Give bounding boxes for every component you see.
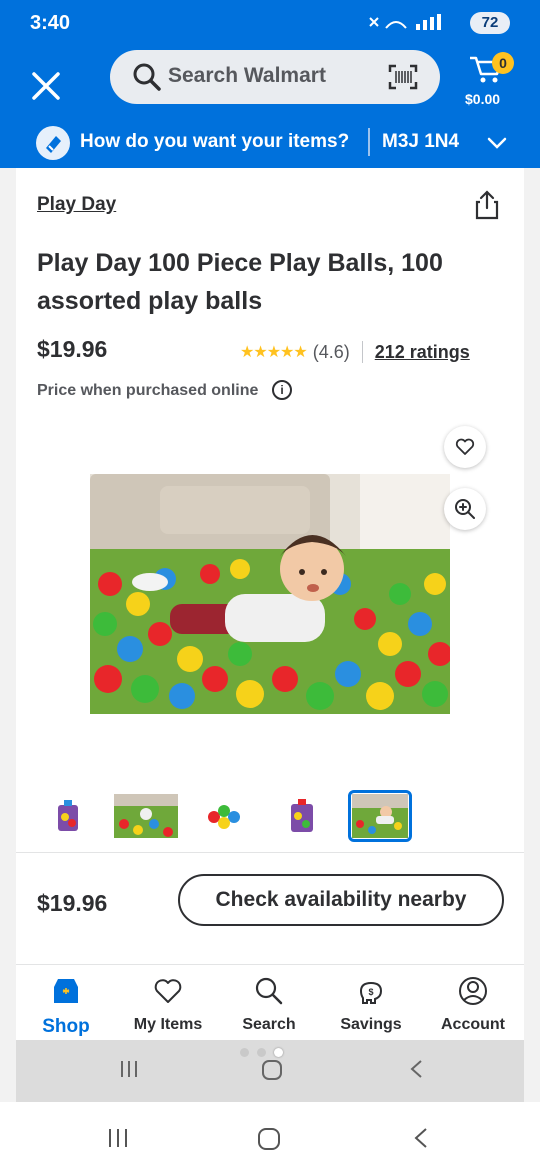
signal-icon bbox=[368, 14, 448, 35]
nav-label: Savings bbox=[340, 1016, 402, 1033]
product-title: Play Day 100 Piece Play Balls, 100 assor… bbox=[37, 249, 443, 315]
star-rating-icon: ★★★★★ bbox=[240, 344, 308, 361]
thumbnail-item-selected[interactable] bbox=[348, 790, 412, 842]
favorite-button[interactable] bbox=[444, 426, 486, 468]
nav-item-shop[interactable]: Shop bbox=[18, 975, 114, 1038]
brand-link[interactable]: Play Day bbox=[37, 194, 116, 216]
barcode-scan-icon[interactable] bbox=[388, 64, 418, 90]
rating-summary[interactable]: ★★★★★ (4.6) 212 ratings bbox=[240, 340, 470, 364]
recent-apps-icon[interactable] bbox=[106, 1126, 130, 1156]
share-icon[interactable] bbox=[474, 190, 500, 220]
account-icon bbox=[459, 977, 487, 1005]
svg-text:$: $ bbox=[368, 987, 373, 997]
search-icon bbox=[132, 62, 162, 92]
cart-total: $0.00 bbox=[465, 91, 501, 107]
rating-value: (4.6) bbox=[312, 341, 350, 362]
search-icon bbox=[255, 977, 283, 1005]
status-time: 3:40 bbox=[30, 12, 71, 34]
delivery-divider bbox=[368, 128, 370, 156]
nav-item-my-items[interactable]: My Items bbox=[120, 975, 216, 1034]
ratings-link[interactable]: 212 ratings bbox=[375, 342, 470, 363]
section-divider bbox=[16, 852, 524, 853]
postal-code: M3J 1N4 bbox=[382, 131, 460, 152]
heart-icon bbox=[154, 979, 182, 1003]
delivery-prompt: How do you want your items? bbox=[80, 131, 350, 152]
page-dot-active bbox=[274, 1048, 283, 1057]
close-icon[interactable] bbox=[28, 68, 64, 104]
product-page: Play Day Play Day 100 Piece Play Balls, … bbox=[16, 168, 524, 1068]
product-price: $19.96 bbox=[37, 336, 108, 362]
nav-item-account[interactable]: Account bbox=[425, 975, 521, 1034]
home-icon[interactable] bbox=[256, 1126, 282, 1158]
rating-divider bbox=[361, 341, 363, 363]
home-icon[interactable] bbox=[260, 1058, 284, 1088]
search-input[interactable]: Search Walmart bbox=[110, 50, 440, 104]
check-availability-button[interactable]: Check availability nearby bbox=[178, 874, 504, 926]
page-dot bbox=[240, 1048, 249, 1057]
piggy-bank-icon: $ bbox=[359, 981, 383, 1004]
side-gutter-right bbox=[524, 168, 540, 1102]
zoom-in-icon bbox=[455, 499, 475, 519]
side-gutter-left bbox=[0, 168, 16, 1102]
battery-indicator: 72 bbox=[470, 12, 510, 34]
store-icon bbox=[54, 979, 78, 1003]
nav-item-search[interactable]: Search bbox=[221, 975, 317, 1034]
heart-icon bbox=[455, 438, 475, 455]
page-indicator bbox=[240, 1044, 300, 1057]
thumbnail-item[interactable] bbox=[270, 790, 334, 842]
nav-label: Shop bbox=[42, 1016, 90, 1037]
page-dot bbox=[257, 1048, 266, 1057]
status-bar: 3:40 72 bbox=[0, 0, 540, 48]
app-header: 3:40 72 Search Walmart 0 $0.00 How do yo… bbox=[0, 0, 540, 168]
recent-apps-icon[interactable] bbox=[118, 1058, 140, 1086]
info-icon[interactable]: i bbox=[272, 380, 292, 400]
delivery-icon bbox=[36, 126, 70, 160]
thumbnail-item[interactable] bbox=[36, 790, 100, 842]
nav-label: My Items bbox=[133, 1016, 203, 1033]
nav-label: Account bbox=[441, 1016, 505, 1033]
back-icon[interactable] bbox=[406, 1058, 428, 1086]
nav-label: Search bbox=[242, 1016, 296, 1033]
delivery-selector[interactable]: How do you want your items? M3J 1N4 bbox=[0, 118, 540, 168]
back-icon[interactable] bbox=[410, 1126, 434, 1156]
thumbnail-item[interactable] bbox=[192, 790, 256, 842]
product-main-image[interactable] bbox=[90, 474, 450, 714]
image-thumbnails bbox=[16, 782, 524, 854]
zoom-button[interactable] bbox=[444, 488, 486, 530]
bottom-nav: Shop My Items Search $ Savings Account bbox=[16, 964, 524, 1040]
thumbnail-item[interactable] bbox=[114, 790, 178, 842]
search-placeholder: Search Walmart bbox=[168, 64, 326, 87]
chevron-down-icon bbox=[486, 132, 508, 154]
device-system-nav bbox=[0, 1102, 540, 1170]
cart-count-badge: 0 bbox=[492, 52, 514, 74]
sticky-price: $19.96 bbox=[37, 890, 108, 916]
nav-item-savings[interactable]: $ Savings bbox=[323, 975, 419, 1034]
price-note: Price when purchased online bbox=[37, 382, 259, 399]
